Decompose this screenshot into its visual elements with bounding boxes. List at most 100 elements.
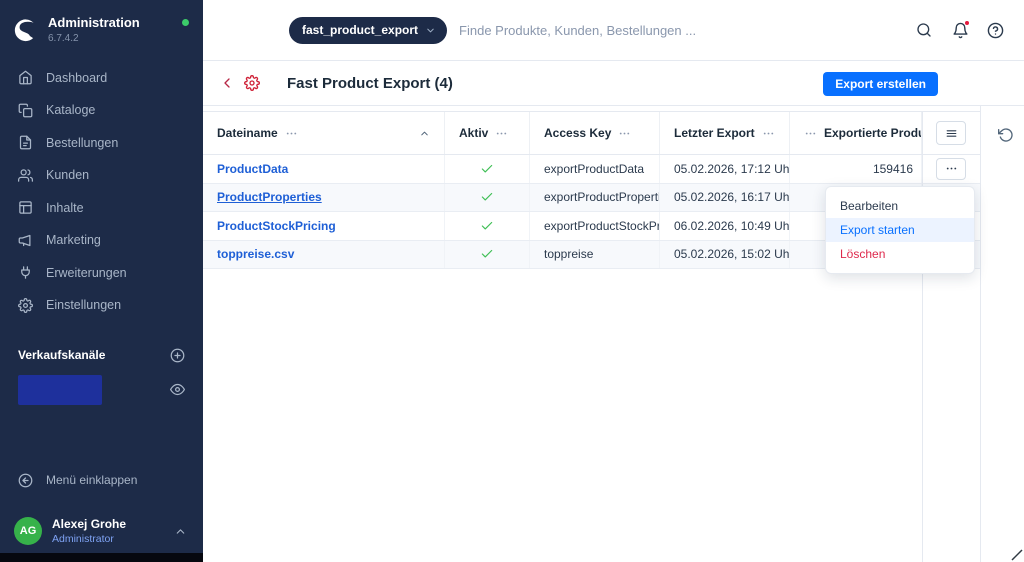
topbar: fast_product_export (203, 0, 1024, 61)
cell-dateiname: ProductStockPricing (203, 212, 445, 240)
column-label: Aktiv (459, 126, 488, 140)
refresh-icon (998, 127, 1014, 143)
smart-bar: Fast Product Export (4) Export erstellen (203, 61, 1024, 106)
window-resize-handle[interactable] (1011, 549, 1023, 561)
cell-dateiname: toppreise.csv (203, 241, 445, 269)
avatar: AG (14, 517, 42, 545)
grid-right-divider (980, 106, 981, 562)
check-icon (480, 247, 494, 261)
notifications-button[interactable] (952, 22, 969, 39)
cell-letzter-export: 05.02.2026, 16:17 Uhr (660, 184, 790, 212)
chevron-up-icon (174, 525, 187, 538)
user-menu[interactable]: AG Alexej Grohe Administrator (0, 509, 203, 553)
grid-header-row: Dateiname Aktiv Access Key Letzter Expor… (203, 111, 980, 155)
health-status-dot (182, 19, 189, 26)
column-header-access-key[interactable]: Access Key (530, 112, 660, 154)
search-type-context-button[interactable]: fast_product_export (289, 17, 447, 44)
context-button-label: fast_product_export (302, 23, 418, 37)
global-search-input[interactable] (447, 0, 916, 60)
file-link[interactable]: ProductProperties (217, 190, 322, 204)
help-icon (987, 22, 1004, 39)
column-header-dateiname[interactable]: Dateiname (203, 112, 445, 154)
row-context-menu: Bearbeiten Export starten Löschen (825, 186, 975, 274)
sidebar-item-label: Dashboard (46, 71, 107, 85)
cell-access-key: toppreise (530, 241, 660, 269)
sidebar-item-label: Marketing (46, 233, 101, 247)
check-icon (480, 162, 494, 176)
column-context-menu-icon[interactable] (285, 127, 298, 140)
page-title: Fast Product Export (4) (287, 75, 453, 92)
cell-dateiname: ProductData (203, 155, 445, 183)
sidebar-item-bestellungen[interactable]: Bestellungen (0, 127, 203, 160)
context-menu-item-bearbeiten[interactable]: Bearbeiten (826, 194, 974, 218)
cell-access-key: exportProductStockPrice (530, 212, 660, 240)
collapse-icon (18, 473, 33, 488)
column-header-letzter-export[interactable]: Letzter Export (660, 112, 790, 154)
sales-channel-name-redacted[interactable] (18, 375, 102, 405)
sales-channels-label: Verkaufskanäle (18, 348, 105, 362)
cell-aktiv (445, 241, 530, 269)
context-menu-item-loeschen[interactable]: Löschen (826, 242, 974, 266)
app-version: 6.7.4.2 (48, 33, 140, 44)
file-link[interactable]: ProductData (217, 162, 288, 176)
sticky-column-divider (922, 111, 923, 562)
sidebar-header: Administration 6.7.4.2 (0, 0, 203, 52)
collapse-menu-button[interactable]: Menü einklappen (0, 468, 203, 492)
context-menu-item-export-starten[interactable]: Export starten (826, 218, 974, 242)
module-gear-icon (244, 75, 260, 91)
sales-channel-item[interactable] (18, 375, 185, 405)
sidebar-item-label: Bestellungen (46, 136, 118, 150)
cell-letzter-export: 05.02.2026, 15:02 Uhr (660, 241, 790, 269)
add-sales-channel-button[interactable] (170, 348, 185, 363)
grid-settings-button[interactable] (936, 121, 966, 145)
sidebar-item-marketing[interactable]: Marketing (0, 224, 203, 257)
shopware-logo-icon (12, 17, 38, 43)
cell-letzter-export: 05.02.2026, 17:12 Uhr (660, 155, 790, 183)
column-header-aktiv[interactable]: Aktiv (445, 112, 530, 154)
cell-access-key: exportProductProperties (530, 184, 660, 212)
sidebar-item-erweiterungen[interactable]: Erweiterungen (0, 257, 203, 290)
create-export-button[interactable]: Export erstellen (823, 72, 938, 96)
column-context-menu-icon[interactable] (618, 127, 631, 140)
main-navigation: Dashboard Kataloge Bestellungen Kunden I… (0, 62, 203, 322)
cell-actions (922, 155, 980, 183)
check-icon (480, 219, 494, 233)
grid-refresh-button[interactable] (994, 123, 1018, 147)
sidebar-item-kunden[interactable]: Kunden (0, 159, 203, 192)
column-context-menu-icon[interactable] (804, 127, 817, 140)
column-label: Dateiname (217, 126, 278, 140)
file-link[interactable]: toppreise.csv (217, 247, 294, 261)
chevron-down-icon (425, 25, 436, 36)
settings-icon (18, 298, 33, 313)
hamburger-icon (945, 127, 958, 140)
content-icon (18, 200, 33, 215)
cell-dateiname: ProductProperties (203, 184, 445, 212)
sidebar-item-inhalte[interactable]: Inhalte (0, 192, 203, 225)
column-header-exportierte-produkte[interactable]: Exportierte Produkte (790, 112, 922, 154)
sales-channels-header: Verkaufskanäle (0, 348, 203, 363)
sidebar-item-label: Kunden (46, 168, 89, 182)
sort-ascending-icon (419, 128, 430, 139)
column-context-menu-icon[interactable] (495, 127, 508, 140)
help-button[interactable] (987, 22, 1004, 39)
check-icon (480, 190, 494, 204)
sidebar-item-label: Inhalte (46, 201, 84, 215)
sidebar-item-label: Einstellungen (46, 298, 121, 312)
search-icon[interactable] (916, 22, 932, 38)
sidebar-item-dashboard[interactable]: Dashboard (0, 62, 203, 95)
collapse-label: Menü einklappen (46, 473, 137, 487)
column-label: Access Key (544, 126, 611, 140)
user-name: Alexej Grohe (52, 517, 126, 533)
sidebar-item-einstellungen[interactable]: Einstellungen (0, 289, 203, 322)
file-link[interactable]: ProductStockPricing (217, 219, 336, 233)
cell-aktiv (445, 155, 530, 183)
cell-aktiv (445, 212, 530, 240)
column-context-menu-icon[interactable] (762, 127, 775, 140)
row-context-menu-button[interactable] (936, 158, 966, 180)
table-row: ProductData exportProductData 05.02.2026… (203, 155, 980, 184)
eye-icon[interactable] (170, 382, 185, 397)
cell-exportierte-produkte: 159416 (790, 155, 922, 183)
sidebar-item-kataloge[interactable]: Kataloge (0, 94, 203, 127)
back-button[interactable] (219, 75, 235, 91)
sidebar: Administration 6.7.4.2 Dashboard Katalog… (0, 0, 203, 562)
